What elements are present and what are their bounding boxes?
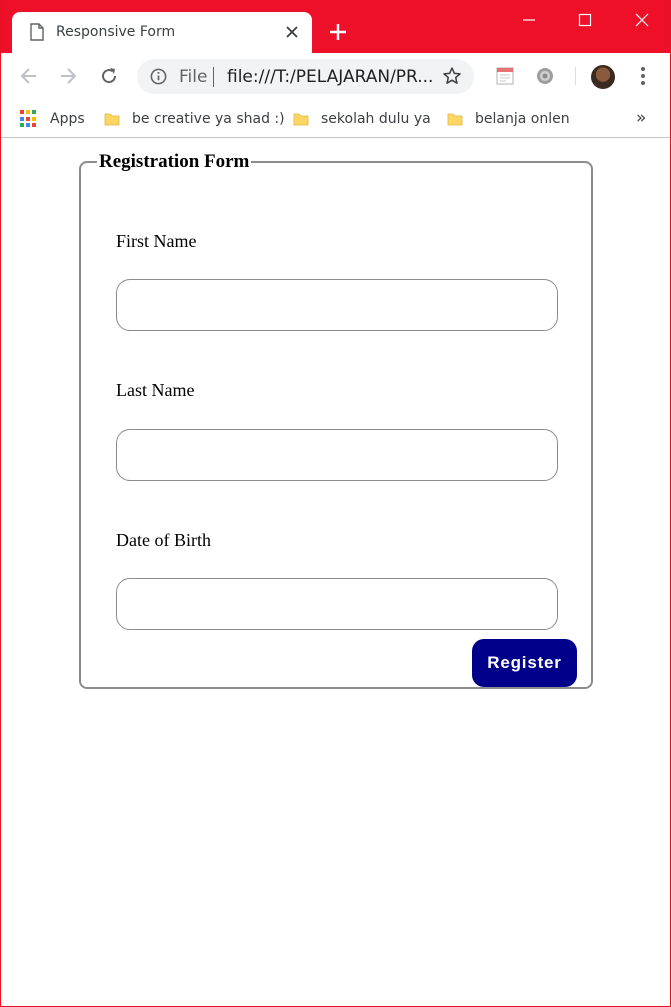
date-of-birth-label: Date of Birth — [116, 530, 211, 550]
kebab-menu-icon[interactable] — [636, 65, 650, 87]
reload-icon — [102, 68, 117, 84]
close-icon — [635, 13, 649, 27]
tab-title: Responsive Form — [56, 24, 176, 40]
plus-icon[interactable] — [328, 22, 348, 42]
bookmark-folder-sekolah[interactable]: sekolah dulu ya — [293, 109, 431, 129]
date-of-birth-input[interactable] — [116, 578, 558, 630]
calendar-extension-icon[interactable] — [494, 65, 516, 87]
profile-avatar[interactable] — [591, 65, 615, 89]
bookmark-label: Apps — [50, 111, 85, 127]
bookmark-folder-be-creative[interactable]: be creative ya shad :) — [104, 109, 285, 129]
page-content: Registration Form First Name Last Name D… — [0, 139, 671, 1007]
arrow-left-icon — [20, 68, 36, 84]
reload-button[interactable] — [98, 65, 120, 87]
bookmark-label: belanja onlen — [475, 111, 570, 127]
info-icon[interactable] — [149, 67, 168, 86]
address-bar[interactable]: File file:///T:/PELAJARAN/PR... — [137, 59, 474, 94]
window-close-button[interactable] — [614, 0, 670, 40]
bookmark-label: be creative ya shad :) — [132, 111, 285, 127]
folder-icon — [104, 113, 120, 126]
arrow-right-icon — [61, 68, 77, 84]
registration-form: Registration Form First Name Last Name D… — [79, 151, 593, 689]
apps-grid-icon — [20, 110, 38, 128]
form-legend: Registration Form — [99, 151, 250, 172]
minimize-icon — [523, 19, 535, 21]
url-text[interactable]: file:///T:/PELAJARAN/PR... — [227, 67, 433, 87]
maximize-button[interactable] — [557, 0, 613, 40]
last-name-input[interactable] — [116, 429, 558, 481]
folder-icon — [293, 113, 309, 126]
register-button[interactable]: Register — [472, 639, 577, 687]
back-button[interactable] — [18, 65, 40, 87]
last-name-label: Last Name — [116, 380, 195, 400]
omnibox-separator — [213, 67, 214, 87]
toolbar-divider — [575, 67, 576, 85]
minimize-button[interactable] — [501, 0, 557, 40]
folder-icon — [447, 113, 463, 126]
star-icon[interactable] — [442, 66, 462, 86]
browser-toolbar: File file:///T:/PELAJARAN/PR... — [0, 53, 671, 100]
maximize-icon — [578, 13, 592, 27]
gear-extension-icon[interactable] — [534, 65, 556, 87]
first-name-label: First Name — [116, 231, 197, 251]
first-name-input[interactable] — [116, 279, 558, 331]
url-scheme-label: File — [179, 67, 208, 87]
forward-button[interactable] — [57, 65, 79, 87]
bookmarks-bar: Apps be creative ya shad :) sekolah dulu… — [0, 100, 671, 138]
bookmark-label: sekolah dulu ya — [321, 111, 431, 127]
bookmark-folder-belanja[interactable]: belanja onlen — [447, 109, 570, 129]
bookmark-apps[interactable]: Apps — [20, 109, 85, 129]
browser-titlebar: Responsive Form — [0, 0, 671, 53]
browser-tab[interactable]: Responsive Form — [12, 12, 312, 53]
page-icon — [30, 23, 44, 41]
bookmarks-overflow-button[interactable]: » — [636, 108, 646, 128]
close-icon[interactable] — [284, 24, 300, 40]
